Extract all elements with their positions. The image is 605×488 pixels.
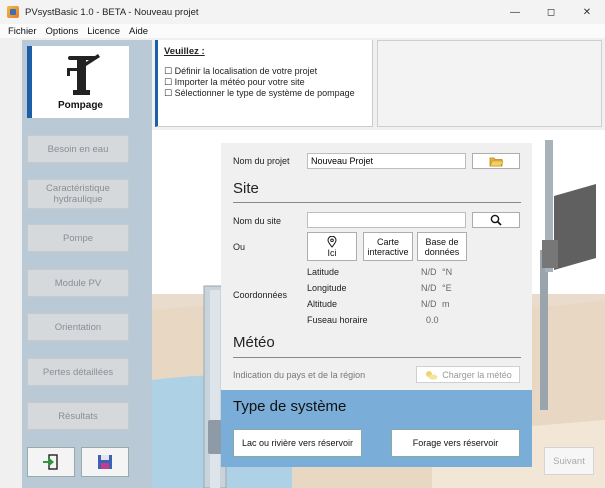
longitude-label: Longitude — [307, 283, 347, 293]
meteo-section-title: Météo — [233, 334, 275, 351]
instructions-box: Veuillez : ☐ Définir la localisation de … — [155, 40, 373, 127]
system-type-section: Type de système Lac ou rivière vers rése… — [221, 390, 532, 467]
altitude-label: Altitude — [307, 299, 338, 309]
latitude-label: Latitude — [307, 267, 340, 277]
interactive-map-button[interactable]: Carte interactive — [363, 232, 413, 261]
instruction-item: ☐ Définir la localisation de votre proje… — [164, 66, 318, 76]
hand-pump-icon — [67, 54, 100, 95]
load-meteo-button[interactable]: Charger la météo — [416, 366, 520, 383]
instruction-item: ☐ Sélectionner le type de système de pom… — [164, 88, 355, 98]
interactive-map-label-1: Carte — [376, 236, 399, 247]
sidebar-item-pump[interactable]: Pompe — [27, 224, 129, 252]
window-title: PVsystBasic 1.0 - BETA - Nouveau projet — [25, 6, 199, 18]
latitude-unit: °N — [442, 267, 453, 277]
timezone-value: 0.0 — [426, 315, 439, 325]
title-bar: PVsystBasic 1.0 - BETA - Nouveau projet … — [0, 0, 605, 24]
sidebar-item-water-needs[interactable]: Besoin en eau — [27, 135, 129, 163]
sidebar: Pompage Besoin en eau Caractéristique hy… — [22, 40, 152, 488]
site-divider — [233, 202, 521, 203]
next-button[interactable]: Suivant — [544, 447, 594, 475]
project-name-label: Nom du projet — [233, 156, 290, 166]
load-meteo-label: Charger la météo — [442, 369, 512, 380]
database-label-2: données — [424, 246, 460, 257]
longitude-value: N/D — [421, 283, 437, 293]
meteo-hint: Indication du pays et de la région — [233, 370, 366, 380]
instructions-title: Veuillez : — [164, 46, 205, 57]
menu-aide[interactable]: Aide — [129, 26, 148, 37]
system-type-title: Type de système — [233, 398, 347, 415]
save-button[interactable] — [81, 447, 129, 477]
minimize-icon[interactable]: — — [497, 0, 533, 24]
instruction-item: ☐ Importer la météo pour votre site — [164, 77, 305, 87]
sidebar-item-results[interactable]: Résultats — [27, 402, 129, 430]
sidebar-item-pv-module[interactable]: Module PV — [27, 269, 129, 297]
site-search-button[interactable] — [472, 212, 520, 228]
borehole-to-reservoir-button[interactable]: Forage vers réservoir — [391, 429, 520, 457]
longitude-unit: °E — [442, 283, 452, 293]
menu-bar: Fichier Options Licence Aide — [0, 24, 605, 38]
interactive-map-label-2: interactive — [367, 246, 409, 257]
floppy-save-icon — [98, 455, 112, 469]
pumping-label: Pompage — [57, 100, 103, 111]
site-name-label: Nom du site — [233, 216, 282, 226]
maximize-icon[interactable]: ◻ — [533, 0, 569, 24]
database-label-1: Base de — [425, 236, 459, 247]
import-icon — [43, 454, 58, 470]
sidebar-item-orientation[interactable]: Orientation — [27, 313, 129, 341]
database-button[interactable]: Base de données — [417, 232, 467, 261]
project-form-panel: Nom du projet Site Nom du site Ou Ici Ca… — [221, 143, 532, 467]
pumping-card[interactable]: Pompage — [27, 46, 129, 118]
altitude-value: N/D — [421, 299, 437, 309]
altitude-unit: m — [442, 299, 450, 309]
open-folder-button[interactable] — [472, 153, 520, 169]
lake-to-reservoir-button[interactable]: Lac ou rivière vers réservoir — [233, 429, 362, 457]
sun-cloud-icon — [426, 370, 438, 380]
menu-options[interactable]: Options — [46, 26, 79, 37]
latitude-value: N/D — [421, 267, 437, 277]
coordinates-label: Coordonnées — [233, 290, 288, 300]
import-button[interactable] — [27, 447, 75, 477]
timezone-label: Fuseau horaire — [307, 315, 368, 325]
search-icon — [490, 214, 502, 226]
menu-fichier[interactable]: Fichier — [8, 26, 37, 37]
close-icon[interactable]: ✕ — [569, 0, 605, 24]
or-label: Ou — [233, 242, 246, 252]
project-name-input[interactable] — [307, 153, 466, 169]
app-logo-icon — [7, 6, 19, 18]
info-panel — [377, 40, 602, 127]
sidebar-item-hydraulic[interactable]: Caractéristique hydraulique — [27, 179, 129, 209]
locate-here-label: Ici — [327, 247, 337, 258]
menu-licence[interactable]: Licence — [87, 26, 120, 37]
locate-here-button[interactable]: Ici — [307, 232, 357, 261]
folder-icon — [489, 157, 503, 166]
site-section-title: Site — [233, 180, 259, 197]
meteo-divider — [233, 357, 521, 358]
site-name-input[interactable] — [307, 212, 466, 228]
location-pin-icon — [327, 235, 337, 248]
sidebar-item-losses[interactable]: Pertes détaillées — [27, 358, 129, 386]
